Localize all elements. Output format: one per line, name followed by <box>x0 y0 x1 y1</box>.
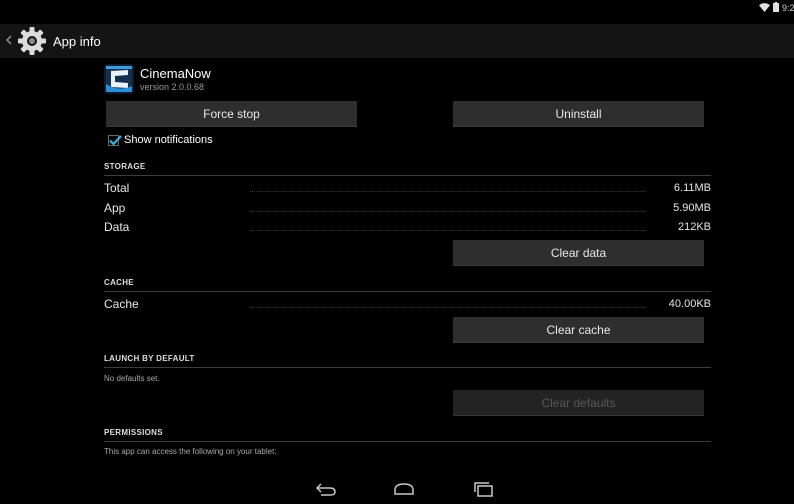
row-divider <box>250 190 645 192</box>
settings-icon[interactable] <box>15 26 49 56</box>
home-icon[interactable] <box>392 480 416 498</box>
recent-apps-icon[interactable] <box>472 480 496 498</box>
clear-data-button[interactable]: Clear data <box>453 240 704 266</box>
storage-app-label: App <box>104 201 126 215</box>
cache-value: 40.00KB <box>668 298 711 310</box>
storage-data-label: Data <box>104 220 130 234</box>
app-title-block: CinemaNow version 2.0.0.68 <box>140 66 211 93</box>
cache-section-header: CACHE <box>104 278 711 292</box>
wifi-icon <box>759 2 770 14</box>
status-time: 9:22 <box>782 3 794 13</box>
status-bar: 9:22 <box>0 0 794 16</box>
clear-defaults-button: Clear defaults <box>453 390 704 416</box>
permissions-section-header: PERMISSIONS <box>104 428 711 442</box>
clear-cache-button[interactable]: Clear cache <box>453 317 704 343</box>
navigation-bar <box>0 474 794 504</box>
show-notifications-row[interactable]: Show notifications <box>108 134 213 146</box>
uninstall-button[interactable]: Uninstall <box>453 101 704 127</box>
force-stop-button[interactable]: Force stop <box>106 101 357 127</box>
app-version: version 2.0.0.68 <box>140 81 205 92</box>
row-divider <box>250 210 645 212</box>
storage-total-label: Total <box>104 181 130 195</box>
page-title: App info <box>53 33 101 49</box>
no-defaults-note: No defaults set. <box>104 374 160 383</box>
chevron-left-icon[interactable] <box>6 34 12 48</box>
storage-data-value: 212KB <box>677 221 711 233</box>
show-notifications-label: Show notifications <box>124 134 213 146</box>
storage-row-total: Total 6.11MB <box>104 180 711 196</box>
storage-row-app: App 5.90MB <box>104 200 711 216</box>
storage-section-header: STORAGE <box>104 162 711 176</box>
app-name: CinemaNow <box>140 65 211 81</box>
status-icons: 9:22 <box>759 1 794 15</box>
row-divider <box>250 229 645 231</box>
storage-app-value: 5.90MB <box>673 202 711 214</box>
launch-by-default-section-header: LAUNCH BY DEFAULT <box>104 354 711 368</box>
storage-row-data: Data 212KB <box>104 219 711 235</box>
show-notifications-checkbox[interactable] <box>108 134 122 146</box>
row-divider <box>250 306 645 308</box>
app-info-screen: 9:22 <box>0 0 794 504</box>
action-bar: App info <box>0 24 794 58</box>
cache-label: Cache <box>104 297 139 311</box>
cache-row: Cache 40.00KB <box>104 296 711 312</box>
battery-icon <box>773 2 779 14</box>
cinemanow-app-icon <box>104 64 134 94</box>
storage-total-value: 6.11MB <box>673 182 711 194</box>
app-header: CinemaNow version 2.0.0.68 <box>104 64 211 94</box>
app-info-content[interactable]: CinemaNow version 2.0.0.68 Force stop Un… <box>0 58 794 474</box>
permissions-note: This app can access the following on you… <box>104 447 277 456</box>
back-icon[interactable] <box>314 480 338 498</box>
